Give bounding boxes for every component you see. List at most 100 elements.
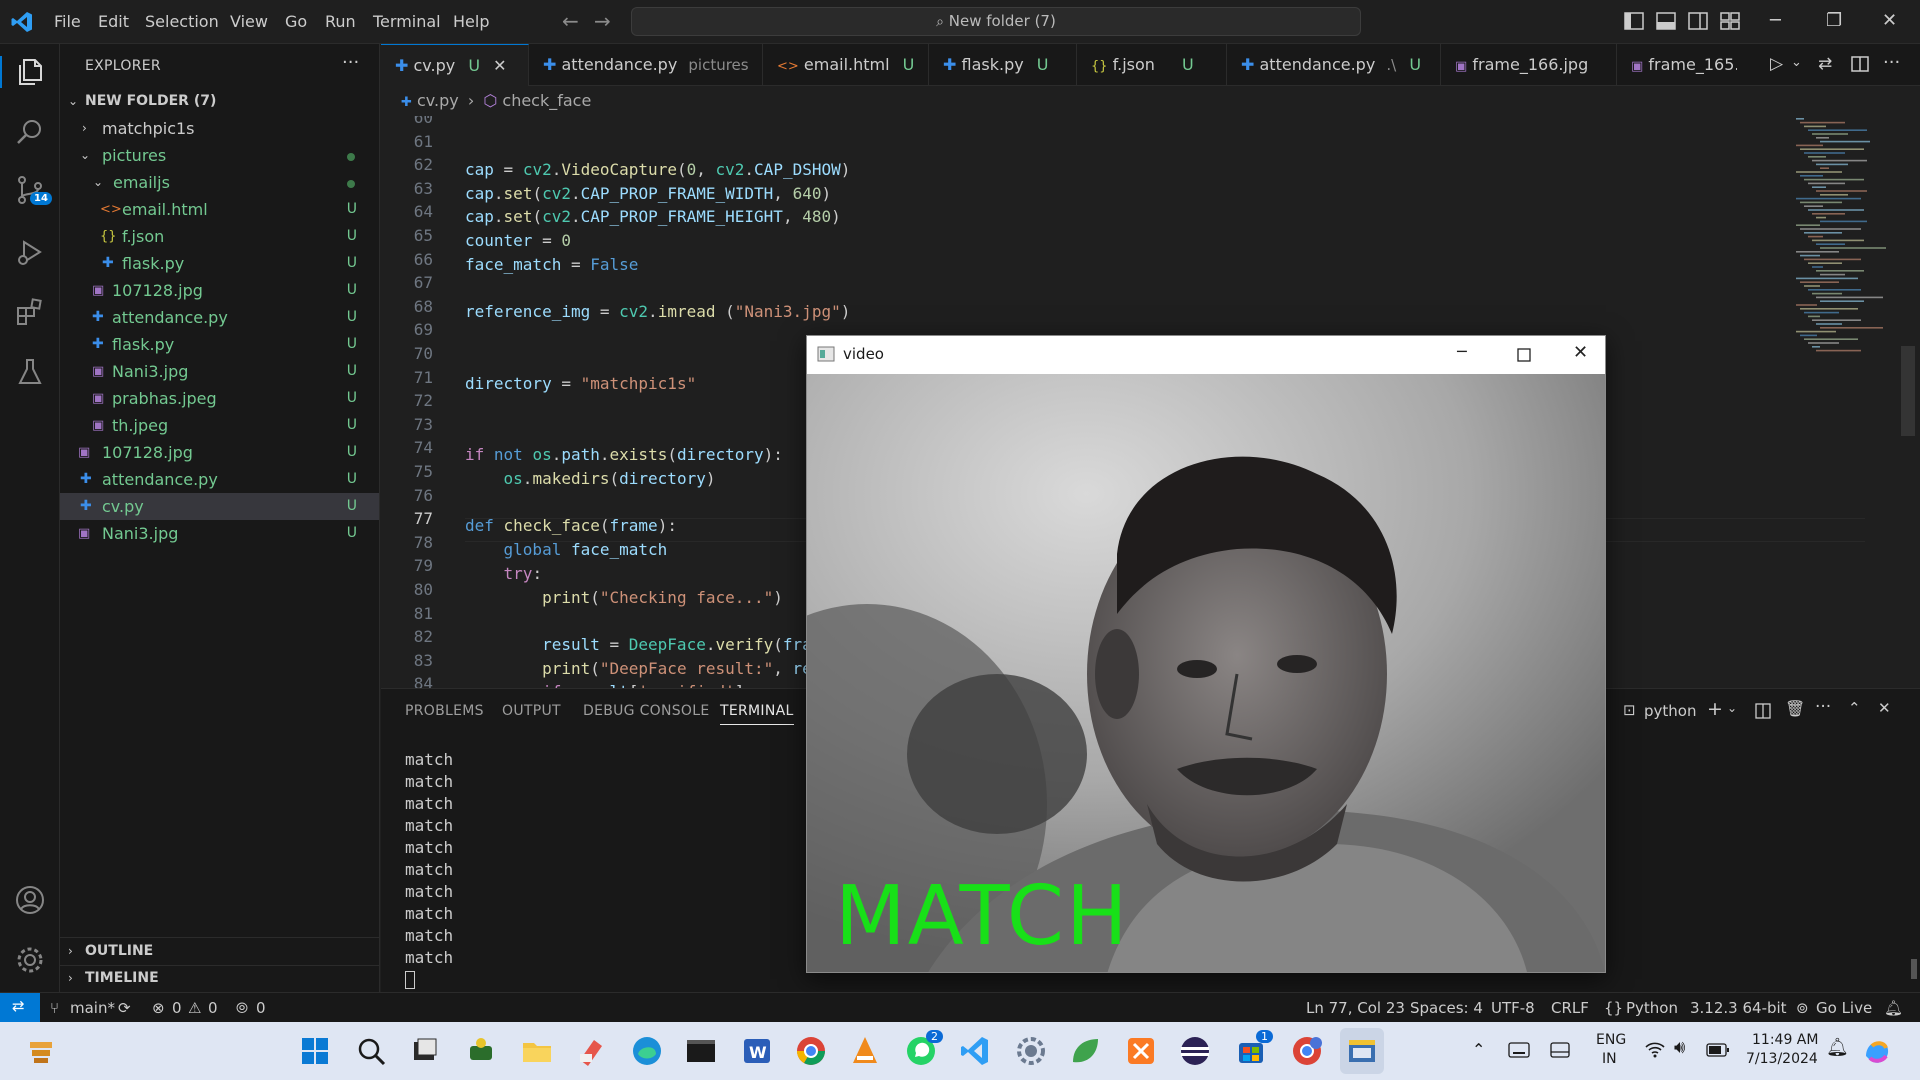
minimap[interactable] (1786, 116, 1906, 366)
explorer-icon[interactable] (14, 56, 46, 88)
back-arrow-icon[interactable]: ← (562, 9, 579, 33)
file-encoding[interactable]: UTF-8 (1491, 999, 1535, 1017)
sync-icon[interactable]: ⟳ (118, 999, 131, 1017)
tree-item[interactable]: ▣ 107128.jpg U (60, 277, 379, 304)
extensions-icon[interactable] (14, 296, 46, 328)
tab-close-icon[interactable]: ✕ (493, 56, 506, 75)
more-actions-icon[interactable]: ··· (1883, 52, 1900, 73)
tab-frame-165[interactable]: ▣ frame_165.j (1617, 44, 1737, 86)
menu-file[interactable]: File (54, 12, 81, 31)
more-actions-icon[interactable]: ··· (1815, 697, 1831, 717)
folder-root[interactable]: ⌄ NEW FOLDER (7) (60, 88, 379, 115)
menu-edit[interactable]: Edit (98, 12, 129, 31)
remote-indicator[interactable]: ⇄ (0, 993, 40, 1022)
maximize-icon[interactable] (1517, 348, 1531, 362)
minimize-icon[interactable]: ─ (1457, 342, 1467, 361)
breadcrumb-symbol[interactable]: check_face (502, 91, 591, 110)
tab-email-html[interactable]: <> email.html U (763, 44, 929, 86)
windows-start-icon[interactable] (298, 1034, 332, 1068)
maximize-panel-icon[interactable]: ⌃ (1848, 699, 1861, 717)
search-icon[interactable] (14, 116, 46, 148)
menu-view[interactable]: View (230, 12, 268, 31)
customize-layout-icon[interactable] (1720, 12, 1740, 30)
cursor-position[interactable]: Ln 77, Col 23 (1306, 999, 1405, 1017)
git-branch[interactable]: main* (70, 999, 115, 1017)
tab-frame-166[interactable]: ▣ frame_166.jpg (1441, 44, 1617, 86)
vscode-taskbar-icon[interactable] (958, 1034, 992, 1068)
volume-icon[interactable]: 🔊︎ (1674, 1037, 1685, 1058)
word-app-icon[interactable]: W (740, 1034, 774, 1068)
chevron-down-icon[interactable]: ⌄ (1727, 701, 1737, 715)
end-of-line[interactable]: CRLF (1551, 999, 1589, 1017)
menu-go[interactable]: Go (285, 12, 307, 31)
video-window[interactable]: video ─ ✕ MATCH (806, 335, 1606, 973)
region-indicator[interactable]: IN (1602, 1051, 1617, 1067)
tree-item[interactable]: ▣ Nani3.jpg U (60, 520, 379, 547)
vlc-icon[interactable] (848, 1034, 882, 1068)
forward-arrow-icon[interactable]: → (594, 9, 611, 33)
clock-date[interactable]: 7/13/2024 (1746, 1051, 1818, 1067)
notifications-bell-icon[interactable]: 🔔︎ (1884, 999, 1903, 1017)
tree-item[interactable]: ✚ flask.py U (60, 331, 379, 358)
tab-attendance-root[interactable]: ✚ attendance.py .\ U (1227, 44, 1441, 86)
gaming-app-icon[interactable] (464, 1034, 498, 1068)
trash-icon[interactable]: 🗑 (1785, 699, 1805, 718)
indentation[interactable]: Spaces: 4 (1410, 999, 1483, 1017)
ports-count[interactable]: 0 (256, 999, 266, 1017)
leaf-app-icon[interactable] (1068, 1034, 1102, 1068)
more-actions-icon[interactable]: ··· (342, 52, 359, 73)
menu-selection[interactable]: Selection (145, 12, 219, 31)
task-view-icon[interactable] (408, 1034, 442, 1068)
python-app-icon[interactable] (1345, 1034, 1379, 1068)
keyboard-icon[interactable] (1508, 1042, 1530, 1058)
accounts-icon[interactable] (14, 884, 46, 916)
tree-item[interactable]: ✚ attendance.py U (60, 304, 379, 331)
split-editor-icon[interactable] (1851, 56, 1869, 72)
close-icon[interactable]: ✕ (1882, 10, 1897, 31)
outline-section[interactable]: › OUTLINE (60, 938, 379, 965)
tree-item[interactable]: ▣ Nani3.jpg U (60, 358, 379, 385)
go-live[interactable]: Go Live (1816, 999, 1872, 1017)
tab-output[interactable]: OUTPUT (502, 703, 561, 719)
terminal-cursor[interactable] (405, 971, 415, 989)
tree-item[interactable]: ▣ 107128.jpg U (60, 439, 379, 466)
wifi-icon[interactable] (1644, 1040, 1666, 1058)
tree-item[interactable]: ▣ th.jpeg U (60, 412, 379, 439)
tree-item[interactable]: ▣ prabhas.jpeg U (60, 385, 379, 412)
chrome-profile-icon[interactable] (1290, 1034, 1324, 1068)
notifications-bell-icon[interactable]: 🔔︎ (1826, 1037, 1849, 1058)
copilot-icon[interactable] (1862, 1036, 1892, 1066)
tab-debug-console[interactable]: DEBUG CONSOLE (583, 703, 710, 719)
file-explorer-icon[interactable] (520, 1034, 554, 1068)
warning-count[interactable]: 0 (208, 999, 218, 1017)
eclipse-icon[interactable] (1178, 1034, 1212, 1068)
minimize-icon[interactable]: ─ (1770, 10, 1781, 31)
tab-cv-py[interactable]: ✚ cv.py U ✕ (381, 44, 529, 86)
store[interactable]: 1 (1234, 1030, 1273, 1068)
chrome-icon[interactable] (794, 1034, 828, 1068)
tab-attendance-pictures[interactable]: ✚ attendance.py pictures U (529, 44, 763, 86)
terminal-app-icon[interactable] (684, 1034, 718, 1068)
toggle-panel-icon[interactable] (1656, 12, 1676, 30)
edge-browser-icon[interactable] (630, 1034, 664, 1068)
chevron-down-icon[interactable]: ⌄ (1791, 55, 1802, 70)
xampp-icon[interactable] (1124, 1034, 1158, 1068)
tab-terminal[interactable]: TERMINAL (720, 703, 794, 725)
tree-item[interactable]: ⌄ emailjs (60, 169, 379, 196)
open-changes-icon[interactable]: ⇄ (1818, 54, 1832, 74)
clock-time[interactable]: 11:49 AM (1752, 1032, 1818, 1048)
breadcrumb-file[interactable]: cv.py (417, 91, 459, 110)
tree-item[interactable]: ✚ attendance.py U (60, 466, 379, 493)
command-center-search[interactable]: ⌕ New folder (7) (631, 7, 1361, 36)
tree-item-selected[interactable]: ✚ cv.py U (60, 493, 379, 520)
search-icon[interactable] (354, 1034, 388, 1068)
tab-problems[interactable]: PROBLEMS (405, 703, 484, 719)
new-terminal-icon[interactable]: + (1707, 698, 1723, 720)
paint-app-icon[interactable] (574, 1034, 608, 1068)
menu-help[interactable]: Help (453, 12, 489, 31)
language-mode[interactable]: Python (1626, 999, 1678, 1017)
language-indicator[interactable]: ENG (1596, 1032, 1626, 1048)
run-debug-icon[interactable] (14, 236, 46, 268)
python-interpreter[interactable]: 3.12.3 64-bit (1690, 999, 1787, 1017)
tree-item[interactable]: ✚ flask.py U (60, 250, 379, 277)
